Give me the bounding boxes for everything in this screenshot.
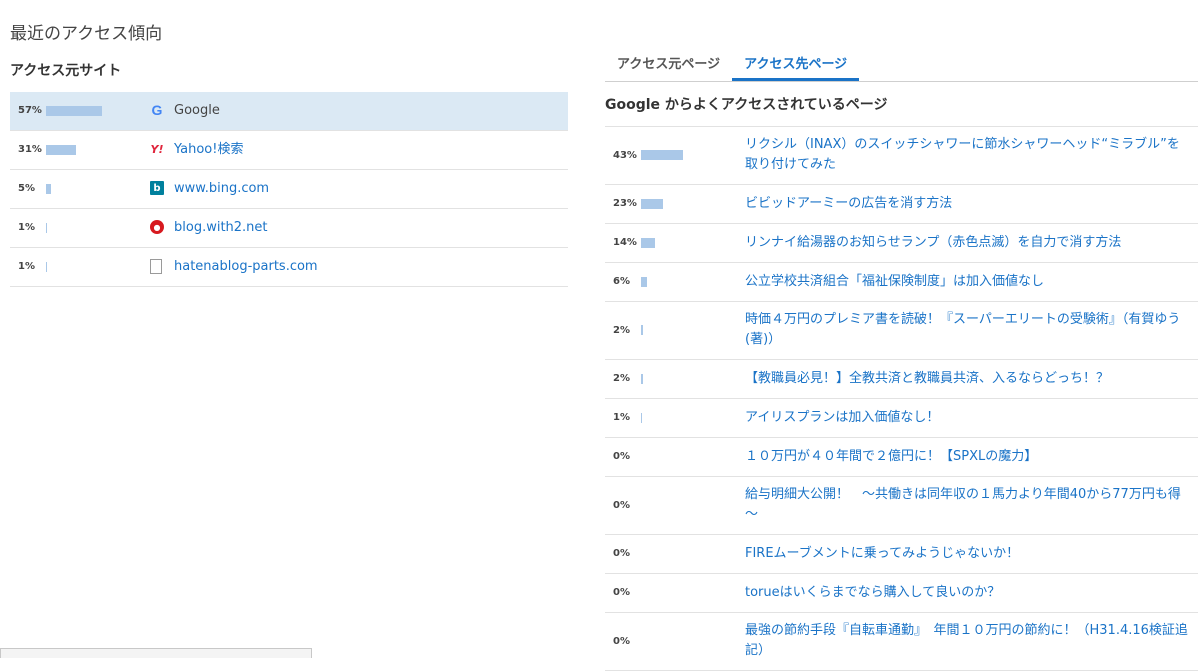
referrer-sites-heading: アクセス元サイト <box>10 63 122 79</box>
referrer-site-row[interactable]: 31% Y! Yahoo!検索 <box>10 131 568 170</box>
share-bar <box>641 238 655 248</box>
referrer-site-label[interactable]: Yahoo!検索 <box>174 131 243 169</box>
share-percent: 1% <box>18 222 35 233</box>
landing-page-row: 2% 【教職員必見！】全教共済と教職員共済、入るならどっち！？ <box>605 360 1198 399</box>
landing-page-row: 0% torueはいくらまでなら購入して良いのか？ <box>605 574 1198 613</box>
share-percent: 2% <box>613 373 630 384</box>
landing-page-row: 0% 給与明細大公開！ ～共働きは同年収の１馬力より年間40から77万円も得～ <box>605 477 1198 535</box>
landing-page-link[interactable]: ビビッドアーミーの広告を消す方法 <box>745 185 1198 214</box>
share-bar <box>641 150 683 160</box>
share-percent: 57% <box>18 105 42 116</box>
landing-page-link[interactable]: アイリスプランは加入価値なし！ <box>745 399 1198 428</box>
yahoo-icon: Y! <box>150 142 164 156</box>
landing-page-link[interactable]: 給与明細大公開！ ～共働きは同年収の１馬力より年間40から77万円も得～ <box>745 477 1198 525</box>
share-percent: 0% <box>613 548 630 559</box>
tab-referrer-pages[interactable]: アクセス元ページ <box>605 52 732 81</box>
share-bar <box>641 199 663 209</box>
referrer-site-row[interactable]: 1% hatenablog-parts.com <box>10 248 568 287</box>
share-percent: 43% <box>613 150 637 161</box>
google-icon: G <box>151 102 163 118</box>
share-bar <box>641 277 647 287</box>
landing-page-row: 14% リンナイ給湯器のお知らせランプ（赤色点滅）を自力で消す方法 <box>605 224 1198 263</box>
landing-page-link[interactable]: FIREムーブメントに乗ってみようじゃないか！ <box>745 535 1198 564</box>
landing-page-link[interactable]: 時価４万円のプレミア書を読破！『スーパーエリートの受験術』（有賀ゆう (著)） <box>745 302 1198 350</box>
landing-page-row: 6% 公立学校共済組合「福祉保険制度」は加入価値なし <box>605 263 1198 302</box>
share-bar <box>641 413 642 423</box>
tab-bar: アクセス元ページ アクセス先ページ <box>605 52 1198 82</box>
share-percent: 0% <box>613 636 630 647</box>
landing-page-link[interactable]: １０万円が４０年間で２億円に！【SPXLの魔力】 <box>745 438 1198 467</box>
share-bar <box>46 145 76 155</box>
landing-page-link[interactable]: 最強の節約手段『自転車通勤』 年間１０万円の節約に！（H31.4.16検証追記） <box>745 613 1198 661</box>
referrer-site-label[interactable]: www.bing.com <box>174 170 269 208</box>
referrer-site-row[interactable]: 57% G Google <box>10 92 568 131</box>
share-percent: 23% <box>613 198 637 209</box>
share-bar <box>46 106 102 116</box>
landing-page-row: 23% ビビッドアーミーの広告を消す方法 <box>605 185 1198 224</box>
share-bar <box>46 184 51 194</box>
share-percent: 14% <box>613 237 637 248</box>
with2-icon: ● <box>150 220 164 234</box>
landing-page-row: 0% 最強の節約手段『自転車通勤』 年間１０万円の節約に！（H31.4.16検証追… <box>605 613 1198 671</box>
landing-page-link[interactable]: 公立学校共済組合「福祉保険制度」は加入価値なし <box>745 263 1198 292</box>
share-percent: 1% <box>18 261 35 272</box>
page-title: 最近のアクセス傾向 <box>10 24 163 45</box>
landing-page-row: 2% 時価４万円のプレミア書を読破！『スーパーエリートの受験術』（有賀ゆう (著)… <box>605 302 1198 360</box>
landing-page-link[interactable]: リクシル（INAX）のスイッチシャワーに節水シャワーヘッド“ミラブル”を取り付け… <box>745 127 1198 175</box>
share-bar <box>641 374 643 384</box>
referrer-site-label[interactable]: hatenablog-parts.com <box>174 248 318 286</box>
landing-page-link[interactable]: torueはいくらまでなら購入して良いのか？ <box>745 574 1198 603</box>
referrer-site-row[interactable]: 5% b www.bing.com <box>10 170 568 209</box>
landing-page-row: 0% FIREムーブメントに乗ってみようじゃないか！ <box>605 535 1198 574</box>
referrer-site-label: Google <box>174 103 220 118</box>
share-percent: 0% <box>613 451 630 462</box>
referrer-site-label[interactable]: blog.with2.net <box>174 209 268 247</box>
landing-page-link[interactable]: 【教職員必見！】全教共済と教職員共済、入るならどっち！？ <box>745 360 1198 389</box>
landing-page-row: 1% アイリスプランは加入価値なし！ <box>605 399 1198 438</box>
referrer-sites-panel: アクセス元サイト 57% G Google 31% Y! Yahoo!検索 5% b www.b… <box>10 56 568 287</box>
tab-landing-pages[interactable]: アクセス先ページ <box>732 52 860 81</box>
landing-page-row: 43% リクシル（INAX）のスイッチシャワーに節水シャワーヘッド“ミラブル”を取… <box>605 127 1198 185</box>
share-percent: 0% <box>613 500 630 511</box>
referrer-sites-list: 57% G Google 31% Y! Yahoo!検索 5% b www.bing.com 1%… <box>10 92 568 287</box>
share-bar <box>641 325 643 335</box>
landing-page-link[interactable]: リンナイ給湯器のお知らせランプ（赤色点滅）を自力で消す方法 <box>745 224 1198 253</box>
file-icon <box>150 259 162 274</box>
share-percent: 6% <box>613 276 630 287</box>
landing-pages-panel: アクセス元ページ アクセス先ページ Google からよくアクセスされているペー… <box>605 52 1198 671</box>
referrer-site-row[interactable]: 1% ● blog.with2.net <box>10 209 568 248</box>
share-percent: 0% <box>613 587 630 598</box>
share-percent: 1% <box>613 412 630 423</box>
landing-pages-list: 43% リクシル（INAX）のスイッチシャワーに節水シャワーヘッド“ミラブル”を取… <box>605 126 1198 671</box>
share-percent: 2% <box>613 325 630 336</box>
bing-icon: b <box>150 181 164 195</box>
landing-page-row: 0% １０万円が４０年間で２億円に！【SPXLの魔力】 <box>605 438 1198 477</box>
share-percent: 5% <box>18 183 35 194</box>
landing-pages-heading: Google からよくアクセスされているページ <box>605 97 888 113</box>
share-bar <box>46 262 47 272</box>
share-bar <box>46 223 47 233</box>
share-percent: 31% <box>18 144 42 155</box>
